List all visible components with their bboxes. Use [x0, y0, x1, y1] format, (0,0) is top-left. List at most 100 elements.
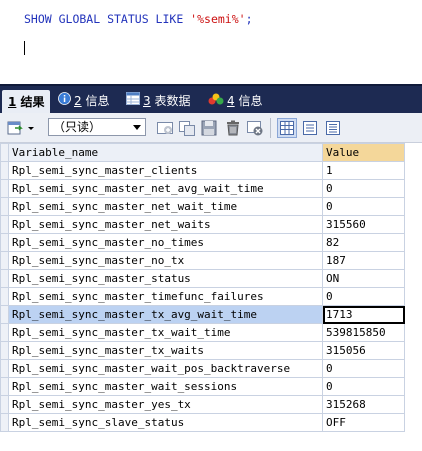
variable-name-cell[interactable]: Rpl_semi_sync_master_timefunc_failures	[8, 287, 323, 306]
sql-query-line[interactable]: SHOW GLOBAL STATUS LIKE '%semi%';	[24, 12, 253, 26]
row-selector[interactable]	[0, 395, 9, 414]
row-header-corner[interactable]	[0, 143, 9, 162]
variable-name-cell[interactable]: Rpl_semi_sync_master_net_avg_wait_time	[8, 179, 323, 198]
variable-name-cell[interactable]: Rpl_semi_sync_master_wait_pos_backtraver…	[8, 359, 323, 378]
text-caret	[24, 41, 25, 55]
value-cell[interactable]: 1	[322, 161, 405, 180]
tab-result[interactable]: 1 结果	[2, 90, 50, 114]
table-row[interactable]: Rpl_semi_sync_master_no_tx 187	[0, 251, 405, 270]
tab-info[interactable]: 2 信息	[58, 89, 109, 113]
tab-result-number: 1	[8, 95, 17, 109]
form-view-icon[interactable]	[301, 119, 319, 137]
result-toolbar: （只读）	[0, 113, 422, 143]
value-cell[interactable]: 539815850	[322, 323, 405, 342]
row-selector[interactable]	[0, 413, 9, 432]
table-row[interactable]: Rpl_semi_sync_master_no_times 82	[0, 233, 405, 252]
row-selector[interactable]	[0, 341, 9, 360]
table-row[interactable]: Rpl_semi_sync_master_clients 1	[0, 161, 405, 180]
value-cell[interactable]: 0	[322, 197, 405, 216]
toolbar-separator	[270, 118, 271, 138]
value-cell[interactable]: 82	[322, 233, 405, 252]
variable-name-cell[interactable]: Rpl_semi_sync_master_clients	[8, 161, 323, 180]
grid-header-row: Variable_name Value	[0, 143, 405, 162]
value-cell[interactable]: 0	[322, 377, 405, 396]
table-row[interactable]: Rpl_semi_sync_master_wait_sessions 0	[0, 377, 405, 396]
table-row[interactable]: Rpl_semi_sync_master_yes_tx 315268	[0, 395, 405, 414]
tab-info-4-number: 4	[227, 94, 235, 108]
info-icon	[58, 89, 71, 113]
value-cell[interactable]: 315560	[322, 215, 405, 234]
export-dropdown-arrow-icon[interactable]	[26, 119, 36, 137]
table-row[interactable]: Rpl_semi_sync_master_tx_waits 315056	[0, 341, 405, 360]
info-flag-icon	[208, 89, 224, 113]
variable-name-cell[interactable]: Rpl_semi_sync_master_no_tx	[8, 251, 323, 270]
sql-keyword-text: SHOW GLOBAL STATUS LIKE	[24, 12, 191, 26]
insert-row-icon[interactable]	[156, 119, 174, 137]
tab-table-data-number: 3	[143, 94, 151, 108]
row-selector[interactable]	[0, 233, 9, 252]
variable-name-cell[interactable]: Rpl_semi_sync_slave_status	[8, 413, 323, 432]
row-selector[interactable]	[0, 377, 9, 396]
value-cell[interactable]: 0	[322, 287, 405, 306]
variable-name-cell[interactable]: Rpl_semi_sync_master_tx_avg_wait_time	[8, 305, 323, 324]
row-selector[interactable]	[0, 269, 9, 288]
variable-name-cell[interactable]: Rpl_semi_sync_master_tx_waits	[8, 341, 323, 360]
variable-name-cell[interactable]: Rpl_semi_sync_master_net_waits	[8, 215, 323, 234]
text-view-icon[interactable]	[324, 119, 342, 137]
value-cell[interactable]: 187	[322, 251, 405, 270]
value-cell[interactable]: 0	[322, 359, 405, 378]
tab-info-4[interactable]: 4 信息	[208, 89, 262, 113]
value-cell[interactable]: 0	[322, 179, 405, 198]
save-icon[interactable]	[200, 119, 218, 137]
variable-name-cell[interactable]: Rpl_semi_sync_master_status	[8, 269, 323, 288]
table-row[interactable]: Rpl_semi_sync_master_status ON	[0, 269, 405, 288]
grid-view-icon[interactable]	[277, 118, 297, 138]
column-header-value[interactable]: Value	[322, 143, 405, 162]
tab-result-label: 结果	[20, 95, 45, 109]
table-row[interactable]: Rpl_semi_sync_master_net_avg_wait_time 0	[0, 179, 405, 198]
sql-string-literal: '%semi%'	[190, 12, 246, 26]
variable-name-cell[interactable]: Rpl_semi_sync_master_wait_sessions	[8, 377, 323, 396]
table-row[interactable]: Rpl_semi_sync_slave_status OFF	[0, 413, 405, 432]
tab-info-4-label: 信息	[238, 94, 263, 108]
variable-name-cell[interactable]: Rpl_semi_sync_master_net_wait_time	[8, 197, 323, 216]
table-row[interactable]: Rpl_semi_sync_master_wait_pos_backtraver…	[0, 359, 405, 378]
row-selector[interactable]	[0, 305, 9, 324]
table-row[interactable]: Rpl_semi_sync_master_tx_avg_wait_time 171…	[0, 305, 405, 324]
grid-body: Rpl_semi_sync_master_clients 1 Rpl_semi_sy…	[0, 161, 405, 432]
sql-editor[interactable]: SHOW GLOBAL STATUS LIKE '%semi%';	[0, 0, 422, 84]
result-grid: Variable_name Value Rpl_semi_sync_master…	[0, 143, 405, 432]
table-row[interactable]: Rpl_semi_sync_master_tx_wait_time 5398158…	[0, 323, 405, 342]
value-cell[interactable]: 315268	[322, 395, 405, 414]
variable-name-cell[interactable]: Rpl_semi_sync_master_yes_tx	[8, 395, 323, 414]
read-only-mode-select[interactable]: （只读）	[48, 118, 146, 136]
row-selector[interactable]	[0, 179, 9, 198]
column-header-variable-name[interactable]: Variable_name	[8, 143, 323, 162]
value-cell[interactable]: 315056	[322, 341, 405, 360]
table-row[interactable]: Rpl_semi_sync_master_net_waits 315560	[0, 215, 405, 234]
value-cell[interactable]: OFF	[322, 413, 405, 432]
cancel-changes-icon[interactable]	[246, 119, 264, 137]
table-row[interactable]: Rpl_semi_sync_master_net_wait_time 0	[0, 197, 405, 216]
mode-select-value: （只读）	[53, 120, 102, 134]
row-selector[interactable]	[0, 359, 9, 378]
export-icon[interactable]	[6, 119, 24, 137]
table-row[interactable]: Rpl_semi_sync_master_timefunc_failures 0	[0, 287, 405, 306]
delete-icon[interactable]	[224, 119, 242, 137]
variable-name-cell[interactable]: Rpl_semi_sync_master_no_times	[8, 233, 323, 252]
tab-info-label: 信息	[85, 94, 110, 108]
value-cell[interactable]: ON	[322, 269, 405, 288]
row-selector[interactable]	[0, 197, 9, 216]
row-selector[interactable]	[0, 323, 9, 342]
row-selector[interactable]	[0, 251, 9, 270]
sql-terminator: ;	[245, 12, 253, 26]
duplicate-row-icon[interactable]	[178, 119, 196, 137]
row-selector[interactable]	[0, 287, 9, 306]
tab-table-data[interactable]: 3 表数据	[126, 89, 190, 113]
row-selector[interactable]	[0, 215, 9, 234]
row-selector[interactable]	[0, 161, 9, 180]
tab-info-number: 2	[74, 94, 82, 108]
value-cell[interactable]: 1713	[322, 305, 405, 324]
variable-name-cell[interactable]: Rpl_semi_sync_master_tx_wait_time	[8, 323, 323, 342]
table-data-icon	[126, 89, 140, 113]
